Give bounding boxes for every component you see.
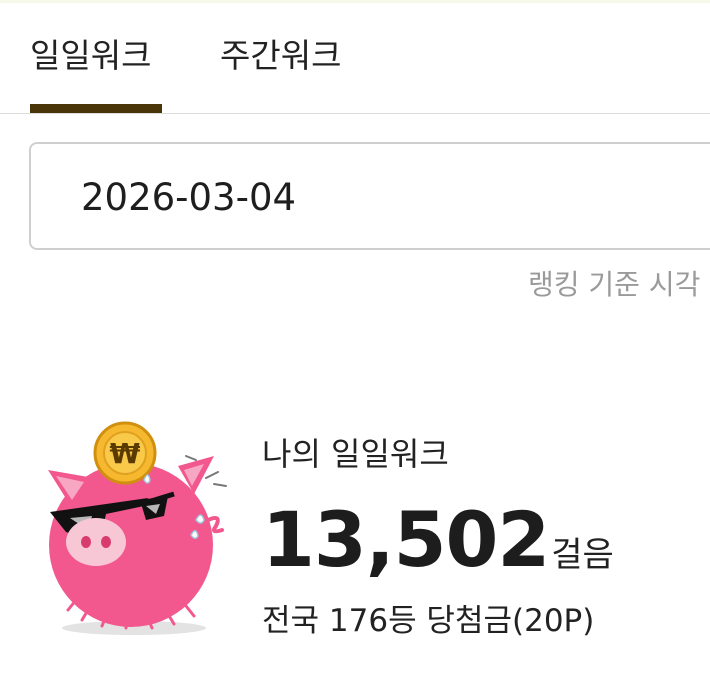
my-daily-walk-title: 나의 일일워크 xyxy=(262,435,449,473)
tab-bar: 일일워크 주간워크 xyxy=(0,0,710,114)
national-rank-and-prize: 전국 176등 당첨금(20P) xyxy=(262,603,595,639)
active-tab-indicator xyxy=(30,104,162,113)
tab-weekly-walk[interactable]: 주간워크 xyxy=(220,34,341,78)
step-count-value: 13,502 xyxy=(262,495,550,584)
step-count: 13,502걸음 xyxy=(262,495,614,585)
daily-walk-page: 일일워크 주간워크 2026-03-04 랭킹 기준 시각 ₩ 나의 일일워크 … xyxy=(0,0,710,689)
step-count-unit: 걸음 xyxy=(551,535,614,575)
tab-daily-walk[interactable]: 일일워크 xyxy=(30,34,151,78)
piggy-bank-mascot-icon: ₩ xyxy=(48,421,227,635)
date-value: 2026-03-04 xyxy=(81,176,297,219)
ranking-reference-time-label: 랭킹 기준 시각 xyxy=(528,268,701,301)
date-picker-field[interactable]: 2026-03-04 xyxy=(29,142,710,250)
coin-won-symbol: ₩ xyxy=(110,437,141,470)
